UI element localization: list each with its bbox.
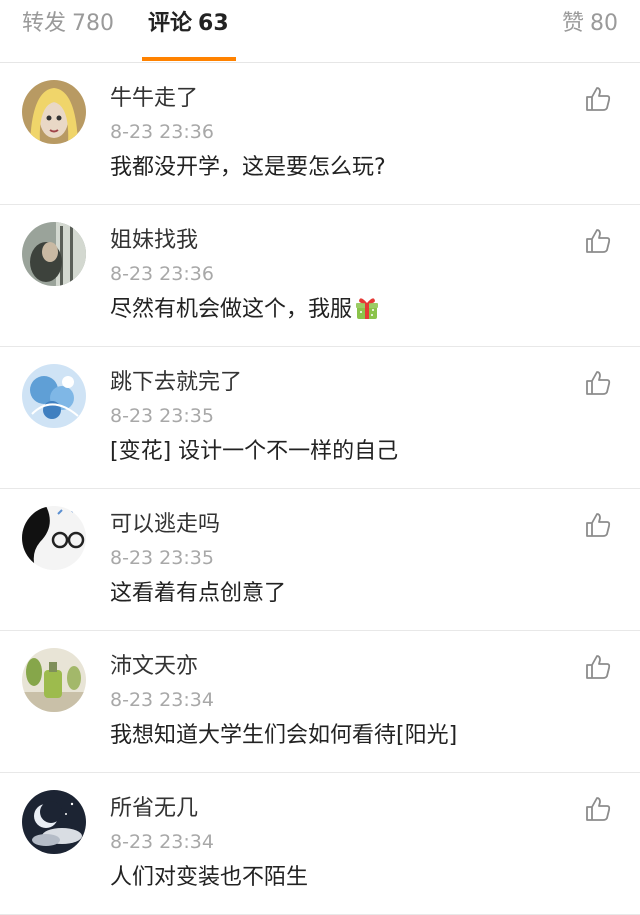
timestamp: 8-23 23:35	[110, 547, 214, 569]
username[interactable]: 可以逃走吗	[110, 511, 220, 539]
thumbs-up-icon[interactable]	[584, 85, 612, 113]
thumbs-up-icon[interactable]	[584, 227, 612, 255]
comment-item: 所省无几 8-23 23:34 人们对变装也不陌生	[0, 773, 640, 915]
comment-text: 尽然有机会做这个，我服	[110, 295, 380, 325]
username[interactable]: 跳下去就完了	[110, 369, 242, 397]
thumbs-up-icon[interactable]	[584, 369, 612, 397]
comment-list: 牛牛走了 8-23 23:36 我都没开学，这是要怎么玩? 姐妹找我 8-23 …	[0, 63, 640, 915]
timestamp: 8-23 23:36	[110, 263, 214, 285]
thumbs-up-icon[interactable]	[584, 511, 612, 539]
tab-repost-count: 780	[72, 11, 115, 36]
tab-likes[interactable]: 赞 80	[562, 9, 618, 39]
timestamp: 8-23 23:36	[110, 121, 214, 143]
gift-emoji-icon	[356, 298, 379, 319]
avatar[interactable]	[22, 648, 86, 712]
username[interactable]: 所省无几	[110, 795, 198, 823]
tab-comments-count: 63	[198, 11, 229, 36]
tab-likes-count: 80	[590, 11, 618, 36]
comment-text: 人们对变装也不陌生	[110, 865, 309, 890]
comment-item: 沛文天亦 8-23 23:34 我想知道大学生们会如何看待[阳光]	[0, 631, 640, 773]
username[interactable]: 姐妹找我	[110, 227, 198, 255]
tab-repost-label: 转发	[22, 11, 67, 36]
avatar[interactable]	[22, 790, 86, 854]
tab-comments[interactable]: 评论 63	[148, 9, 229, 39]
tab-likes-label: 赞	[561, 11, 584, 36]
comment-text: 我都没开学，这是要怎么玩?	[110, 155, 386, 180]
active-tab-indicator	[142, 57, 236, 61]
avatar[interactable]	[22, 364, 86, 428]
tab-repost[interactable]: 转发 780	[22, 9, 114, 39]
comment-item: 跳下去就完了 8-23 23:35 [变花] 设计一个不一样的自己	[0, 347, 640, 489]
username[interactable]: 沛文天亦	[110, 653, 198, 681]
username[interactable]: 牛牛走了	[110, 85, 198, 113]
timestamp: 8-23 23:35	[110, 405, 214, 427]
comment-text: 这看着有点创意了	[110, 581, 287, 606]
avatar[interactable]	[22, 222, 86, 286]
avatar[interactable]	[22, 506, 86, 570]
comment-item: 可以逃走吗 8-23 23:35 这看着有点创意了	[0, 489, 640, 631]
comment-item: 牛牛走了 8-23 23:36 我都没开学，这是要怎么玩?	[0, 63, 640, 205]
avatar[interactable]	[22, 80, 86, 144]
comment-tabs: 转发 780 评论 63 赞 80	[0, 0, 640, 63]
thumbs-up-icon[interactable]	[584, 795, 612, 823]
comment-text-content: 尽然有机会做这个，我服	[110, 297, 353, 322]
timestamp: 8-23 23:34	[110, 831, 214, 853]
thumbs-up-icon[interactable]	[584, 653, 612, 681]
comment-text: 我想知道大学生们会如何看待[阳光]	[110, 723, 458, 748]
timestamp: 8-23 23:34	[110, 689, 214, 711]
tab-comments-label: 评论	[148, 11, 193, 36]
comment-text: [变花] 设计一个不一样的自己	[110, 439, 399, 464]
comment-item: 姐妹找我 8-23 23:36 尽然有机会做这个，我服	[0, 205, 640, 347]
